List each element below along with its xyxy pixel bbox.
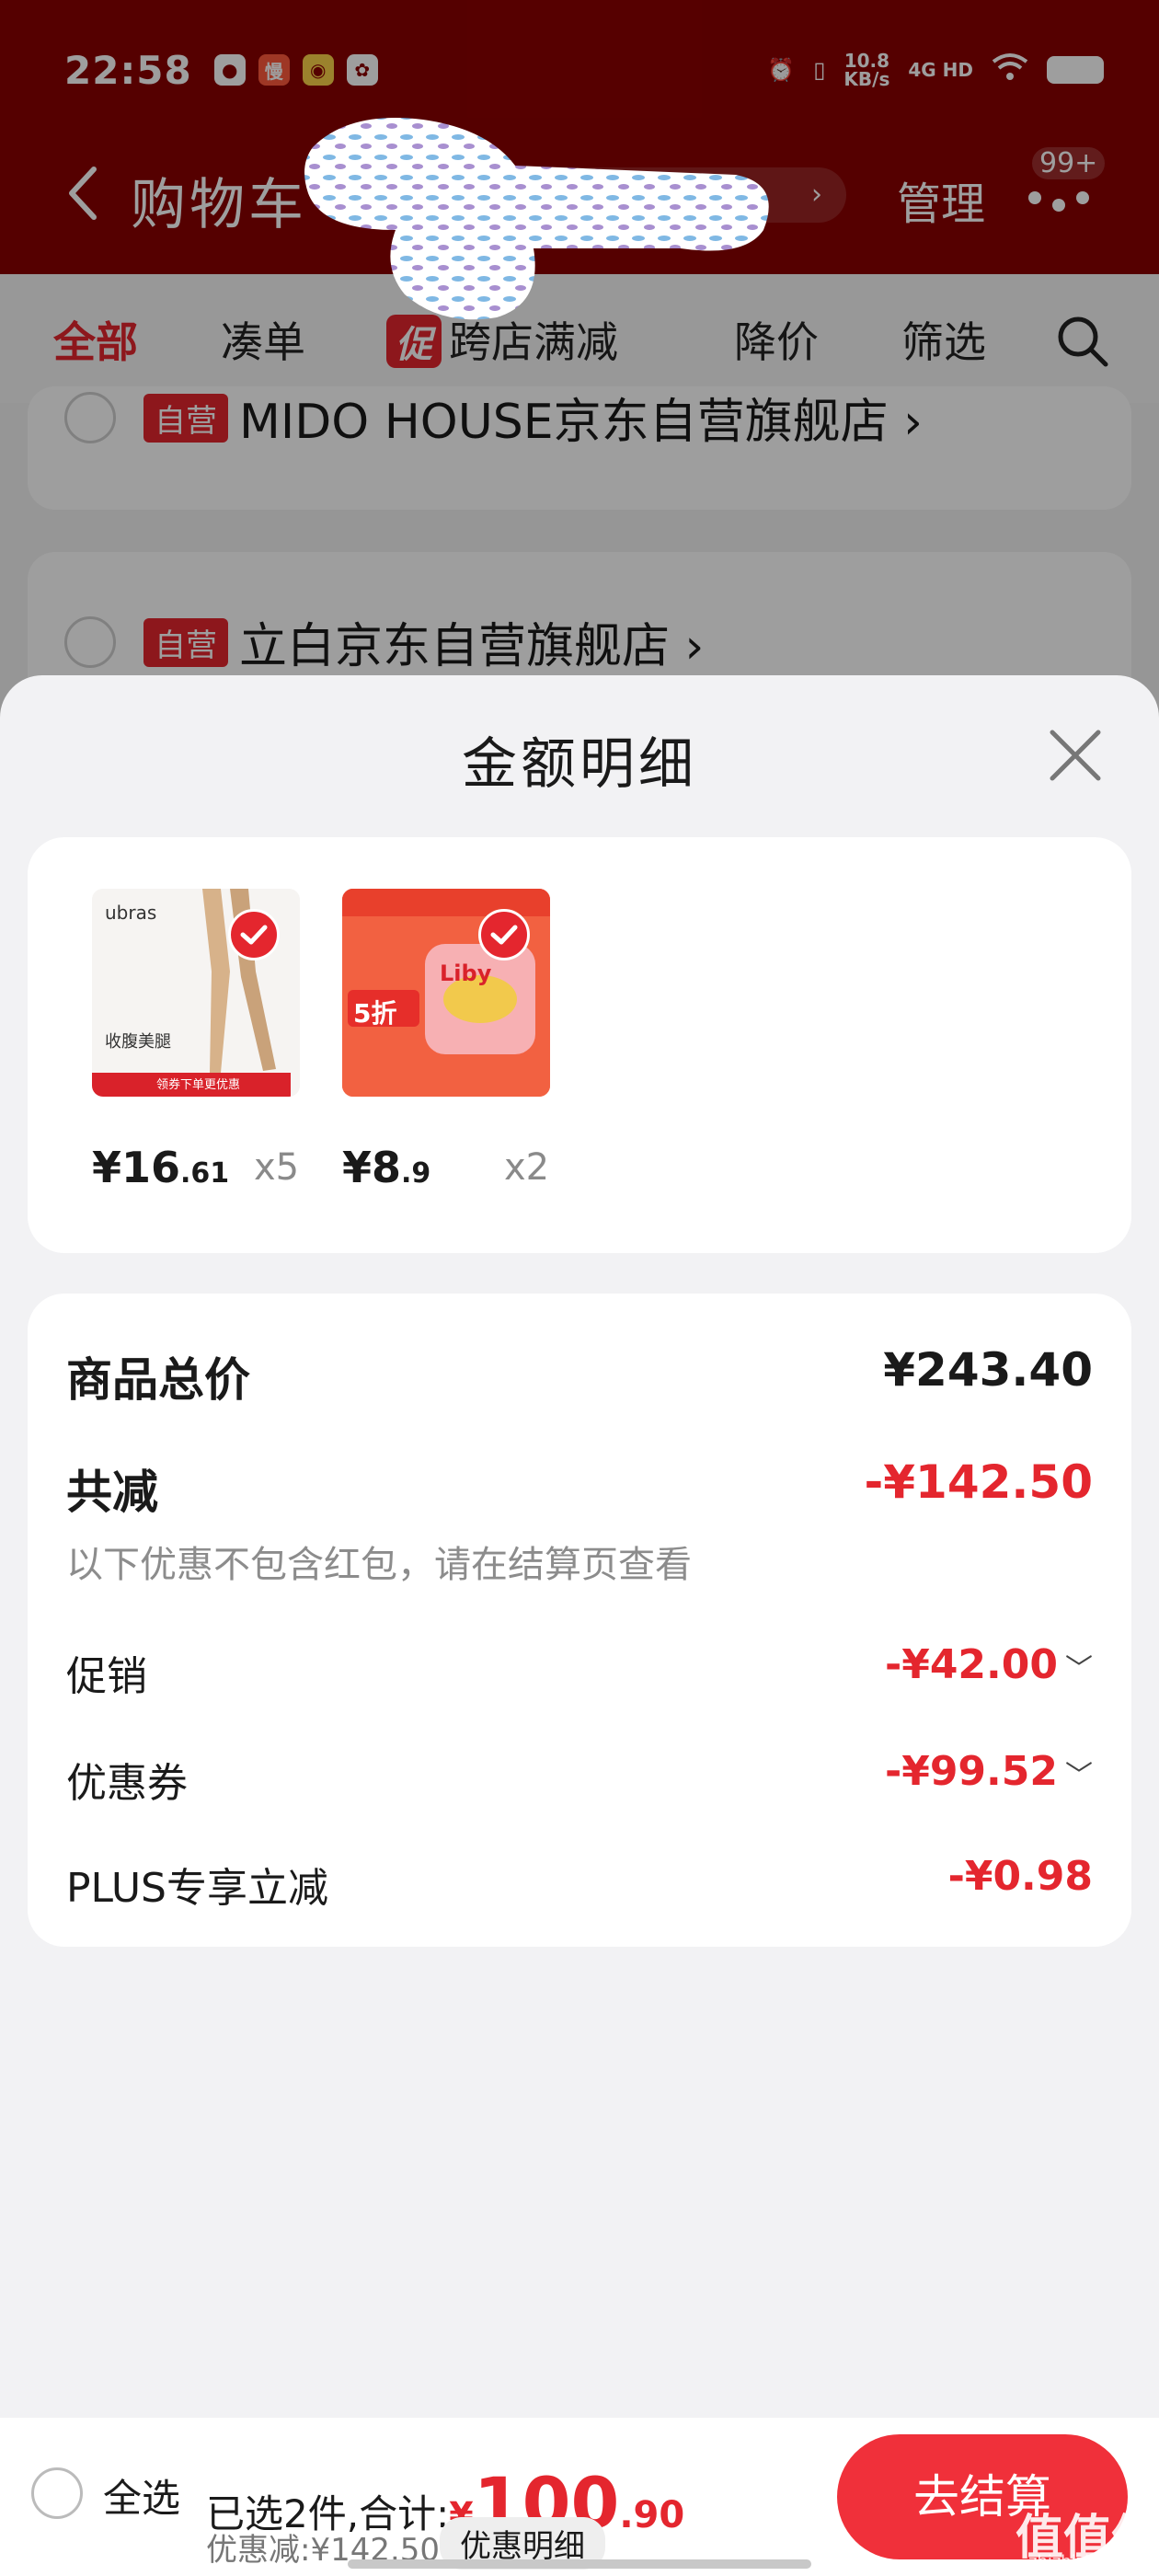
privacy-mosaic <box>304 118 769 320</box>
price-breakdown: 商品总价 ¥243.40 共减 -¥142.50 以下优惠不包含红包，请在结算页… <box>28 1294 1131 1947</box>
product-price-int: ¥16 <box>92 1143 181 1192</box>
product-brand: Liby <box>440 960 492 986</box>
coupon-row[interactable]: -¥99.52 ﹀ <box>885 1748 1093 1795</box>
promo-label: 促销 <box>66 1653 147 1700</box>
discount-total-value: -¥142.50 <box>864 1455 1094 1509</box>
product-banner: 领券下单更优惠 <box>156 1078 241 1092</box>
goods-total-value: ¥243.40 <box>883 1343 1093 1397</box>
coupon-label: 优惠券 <box>66 1760 188 1807</box>
home-indicator[interactable] <box>348 2559 811 2569</box>
select-all-radio[interactable] <box>31 2467 83 2519</box>
total-dec: .90 <box>619 2494 685 2536</box>
checkout-bar: 全选 已选2件,合计:¥100.90 优惠减:¥142.50 优惠明细 去结算 <box>0 2418 1159 2576</box>
product-thumbnail[interactable]: Liby 5折 <box>342 889 550 1097</box>
product-thumbnail[interactable]: ubras 收腹美腿 领券下单更优惠 <box>92 889 300 1097</box>
product-quantity: x2 <box>504 1146 550 1189</box>
close-icon[interactable] <box>1049 729 1102 782</box>
promo-value: -¥42.00 <box>884 1641 1058 1688</box>
goods-total-label: 商品总价 <box>66 1353 250 1407</box>
plus-discount-label: PLUS专享立减 <box>66 1865 328 1912</box>
watermark-url: zhizhizhi.com <box>1028 2552 1141 2571</box>
coupon-value: -¥99.52 <box>884 1748 1058 1795</box>
sheet-title: 金额明细 <box>462 732 697 797</box>
product-price-dec: .9 <box>401 1157 431 1190</box>
select-all-label[interactable]: 全选 <box>103 2467 180 2524</box>
discount-note: 以下优惠不包含红包，请在结算页查看 <box>66 1544 692 1586</box>
product-quantity: x5 <box>254 1146 300 1189</box>
product-price-int: ¥8 <box>342 1143 402 1192</box>
product-price: ¥8.9 <box>342 1143 430 1192</box>
plus-discount-value: -¥0.98 <box>947 1853 1093 1900</box>
product-price: ¥16.61 <box>92 1143 229 1192</box>
chevron-down-icon: ﹀ <box>1065 1653 1093 1685</box>
product-price-dec: .61 <box>180 1157 230 1190</box>
discount-label: 共减 <box>66 1466 158 1519</box>
promo-row[interactable]: -¥42.00 ﹀ <box>885 1641 1093 1688</box>
selected-check-icon <box>228 909 280 960</box>
amount-detail-sheet: 金额明细 ubras 收腹美腿 领券下单更优惠 ¥16.61 x5 Liby 5… <box>0 675 1159 2576</box>
selected-check-icon <box>478 909 530 960</box>
product-caption: 收腹美腿 <box>105 1032 171 1052</box>
product-caption: 5折 <box>353 998 397 1029</box>
product-brand: ubras <box>105 902 157 924</box>
selected-products: ubras 收腹美腿 领券下单更优惠 ¥16.61 x5 Liby 5折 ¥8.… <box>28 837 1131 1253</box>
chevron-down-icon: ﹀ <box>1065 1760 1093 1792</box>
